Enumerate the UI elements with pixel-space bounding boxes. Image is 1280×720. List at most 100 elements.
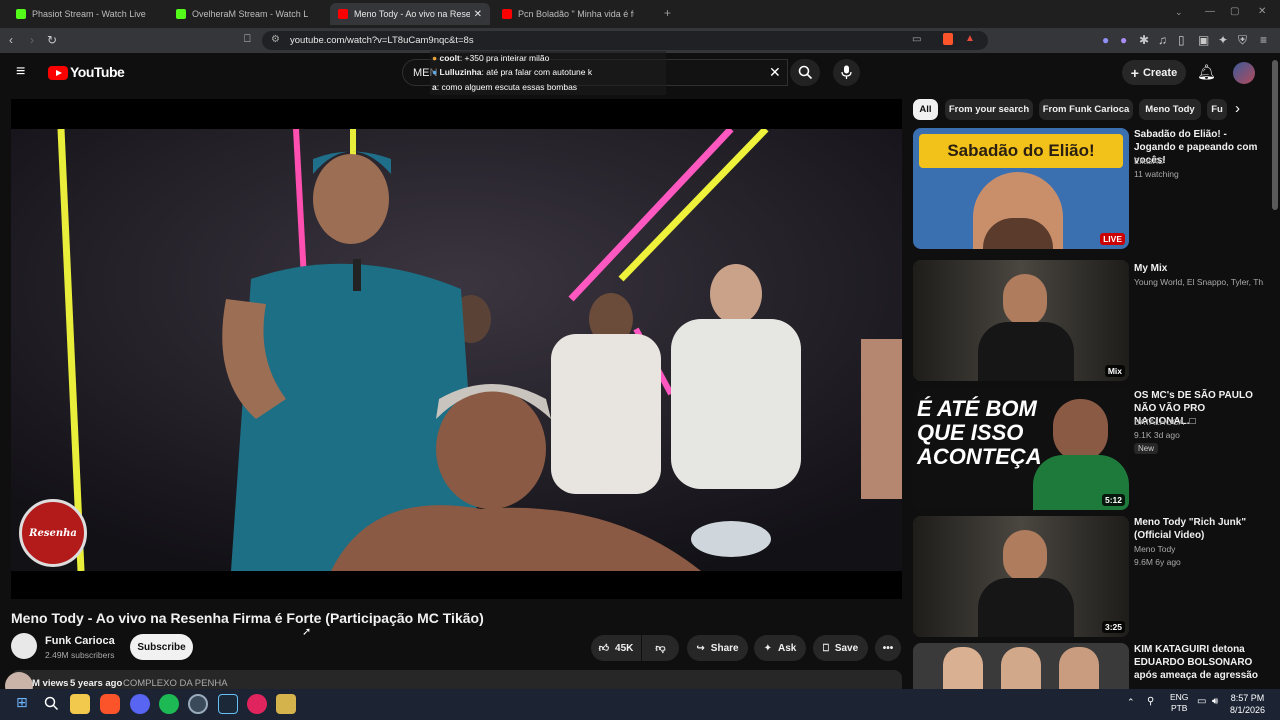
back-icon[interactable]: ‹ [9, 33, 13, 47]
recommendation-title[interactable]: Meno Tody "Rich Junk" (Official Video) [1134, 516, 1262, 542]
new-tab-icon[interactable]: + [664, 6, 671, 20]
recommendation-thumbnail[interactable]: Mix [913, 260, 1129, 381]
browser-toolbar: ‹ › ↻ ⎕ ⚙ youtube.com/watch?v=LT8uCam9nq… [0, 28, 1280, 53]
recommendation-channel[interactable]: BATALHOCA [1134, 416, 1264, 429]
channel-name[interactable]: Funk Carioca [45, 635, 115, 647]
extension-icon[interactable]: ● [1102, 33, 1109, 47]
chip-more[interactable]: Fu [1207, 99, 1227, 120]
close-tab-icon[interactable]: ✕ [474, 9, 482, 20]
brave-browser-icon[interactable] [100, 694, 120, 714]
search-button[interactable] [790, 59, 820, 86]
minimize-icon[interactable]: — [1205, 6, 1215, 17]
recommendation-thumbnail[interactable] [913, 643, 1129, 689]
brave-rewards-icon[interactable]: ▲ [965, 33, 975, 44]
menu-icon[interactable]: ≡ [1260, 33, 1267, 47]
chevron-right-icon[interactable]: › [1235, 100, 1240, 117]
recommendation-thumbnail[interactable]: 3:25 [913, 516, 1129, 637]
ask-button[interactable]: ✦ Ask [754, 635, 806, 661]
cast-icon[interactable]: ▭ [912, 34, 921, 45]
browser-tab-active[interactable]: Meno Tody - Ao vivo na Resen ✕ [330, 3, 490, 25]
youtube-icon [338, 9, 348, 19]
bookmark-icon[interactable]: ⎕ [244, 33, 251, 46]
subscribe-button[interactable]: Subscribe [130, 634, 193, 660]
notifications-bell-icon[interactable]: 🔔︎ [1197, 63, 1216, 81]
more-dots-icon: ••• [882, 642, 894, 654]
steam-icon[interactable] [218, 694, 238, 714]
ask-label: Ask [778, 642, 797, 654]
vpn-icon[interactable]: ⛨ [1238, 33, 1247, 48]
youtube-logo-icon[interactable] [48, 66, 68, 80]
sidebar-icon[interactable]: ▯ [1178, 33, 1185, 47]
app-icon[interactable] [247, 694, 267, 714]
tab-title: Meno Tody - Ao vivo na Resen [354, 9, 470, 19]
chip-all[interactable]: All [913, 99, 938, 120]
extension-icon[interactable]: ● [1120, 33, 1127, 47]
tray-icon[interactable]: ⚲ [1147, 696, 1154, 707]
voice-search-button[interactable] [833, 59, 860, 86]
channel-avatar[interactable] [11, 633, 37, 659]
browser-tab[interactable]: Phasiot Stream - Watch Live on K [8, 3, 168, 25]
chrome-icon[interactable] [188, 694, 208, 714]
share-button[interactable]: ↪ Share [687, 635, 748, 661]
account-avatar[interactable] [1233, 62, 1255, 84]
recommendation-channel[interactable]: Young World, El Snappo, Tyler, Th... [1134, 276, 1264, 289]
tab-title: OvelheraM Stream - Watch Live o [192, 9, 308, 19]
chip-from-funk-carioca[interactable]: From Funk Carioca [1039, 99, 1133, 120]
app-icon[interactable] [276, 694, 296, 714]
spotify-icon[interactable] [159, 694, 179, 714]
recommendation-thumbnail[interactable]: É ATÉ BOM QUE ISSO ACONTEÇA 5:12 [913, 389, 1129, 510]
kick-icon [176, 9, 186, 19]
more-actions-button[interactable]: ••• [875, 635, 901, 661]
mix-badge: Mix [1104, 365, 1125, 377]
chip-from-your-search[interactable]: From your search [945, 99, 1033, 120]
address-bar[interactable]: ⚙ youtube.com/watch?v=LT8uCam9nqc&t=8s ▭… [262, 31, 988, 50]
tab-search-icon[interactable]: ⌄ [1175, 7, 1183, 18]
video-scene [11, 129, 902, 571]
maximize-icon[interactable]: ▢ [1230, 6, 1239, 17]
video-frame[interactable]: Resenha [11, 129, 902, 571]
thumbnail-person [1003, 530, 1047, 582]
volume-icon[interactable]: 🔊︎ [1212, 696, 1218, 707]
video-tag[interactable]: COMPLEXO DA PENHA [123, 678, 228, 689]
recommendation-title[interactable]: KIM KATAGUIRI detona EDUARDO BOLSONARO a… [1134, 643, 1262, 683]
hamburger-menu-icon[interactable]: ≡ [16, 63, 25, 81]
site-info-icon[interactable]: ⚙ [271, 34, 280, 45]
language-indicator[interactable]: ENG PTB [1170, 692, 1188, 714]
discord-icon[interactable] [130, 694, 150, 714]
thumbnail-banner: Sabadão do Elião! [919, 134, 1123, 168]
tray-chevron-icon[interactable]: ⌃ [1127, 697, 1135, 708]
save-button[interactable]: ⎕ Save [813, 635, 868, 661]
music-icon[interactable]: ♫ [1158, 33, 1167, 47]
file-explorer-icon[interactable] [70, 694, 90, 714]
taskbar-search-icon[interactable] [44, 696, 59, 711]
ai-icon[interactable]: ✦ [1218, 33, 1228, 47]
create-button[interactable]: + Create [1122, 60, 1186, 85]
recommendation-title[interactable]: My Mix [1134, 262, 1262, 275]
taskbar-clock[interactable]: 8:57 PM 8/1/2026 [1230, 692, 1265, 716]
browser-tab[interactable]: OvelheraM Stream - Watch Live o [168, 3, 328, 25]
dislike-button[interactable]: 👎︎ [642, 635, 679, 661]
start-menu-icon[interactable]: ⊞ [16, 694, 28, 711]
puzzle-icon[interactable]: ✱ [1139, 33, 1149, 47]
youtube-logo-text[interactable]: YouTube [70, 64, 125, 80]
share-icon: ↪ [696, 642, 705, 654]
recommendation-channel[interactable]: Meno Tody [1134, 543, 1264, 556]
forward-icon[interactable]: › [30, 33, 34, 47]
clear-search-icon[interactable]: ✕ [769, 64, 781, 81]
chat-user: Lulluzinha [439, 67, 482, 77]
chip-meno-tody[interactable]: Meno Tody [1139, 99, 1201, 120]
browser-tab[interactable]: Pcn Boladão " Minha vida é fumar u [494, 3, 654, 25]
close-window-icon[interactable]: ✕ [1258, 6, 1266, 17]
wallet-icon[interactable]: ▣ [1198, 33, 1209, 47]
brave-shield-icon[interactable] [943, 33, 953, 45]
recommendation-thumbnail[interactable]: Sabadão do Elião! LIVE [913, 128, 1129, 249]
like-button[interactable]: 👍︎ 45K [591, 635, 641, 661]
plus-icon: + [1130, 64, 1139, 81]
network-icon[interactable]: ▭ [1197, 696, 1206, 707]
video-player[interactable]: Resenha [11, 99, 902, 599]
chat-message: ● Lulluzinha: até pra falar com autotune… [432, 67, 592, 77]
recommendation-channel[interactable]: EliasXD [1134, 155, 1264, 168]
page-scrollbar[interactable] [1272, 60, 1278, 210]
thumbnail-text: Sabadão do Elião! [947, 141, 1095, 160]
reload-icon[interactable]: ↻ [47, 33, 57, 47]
